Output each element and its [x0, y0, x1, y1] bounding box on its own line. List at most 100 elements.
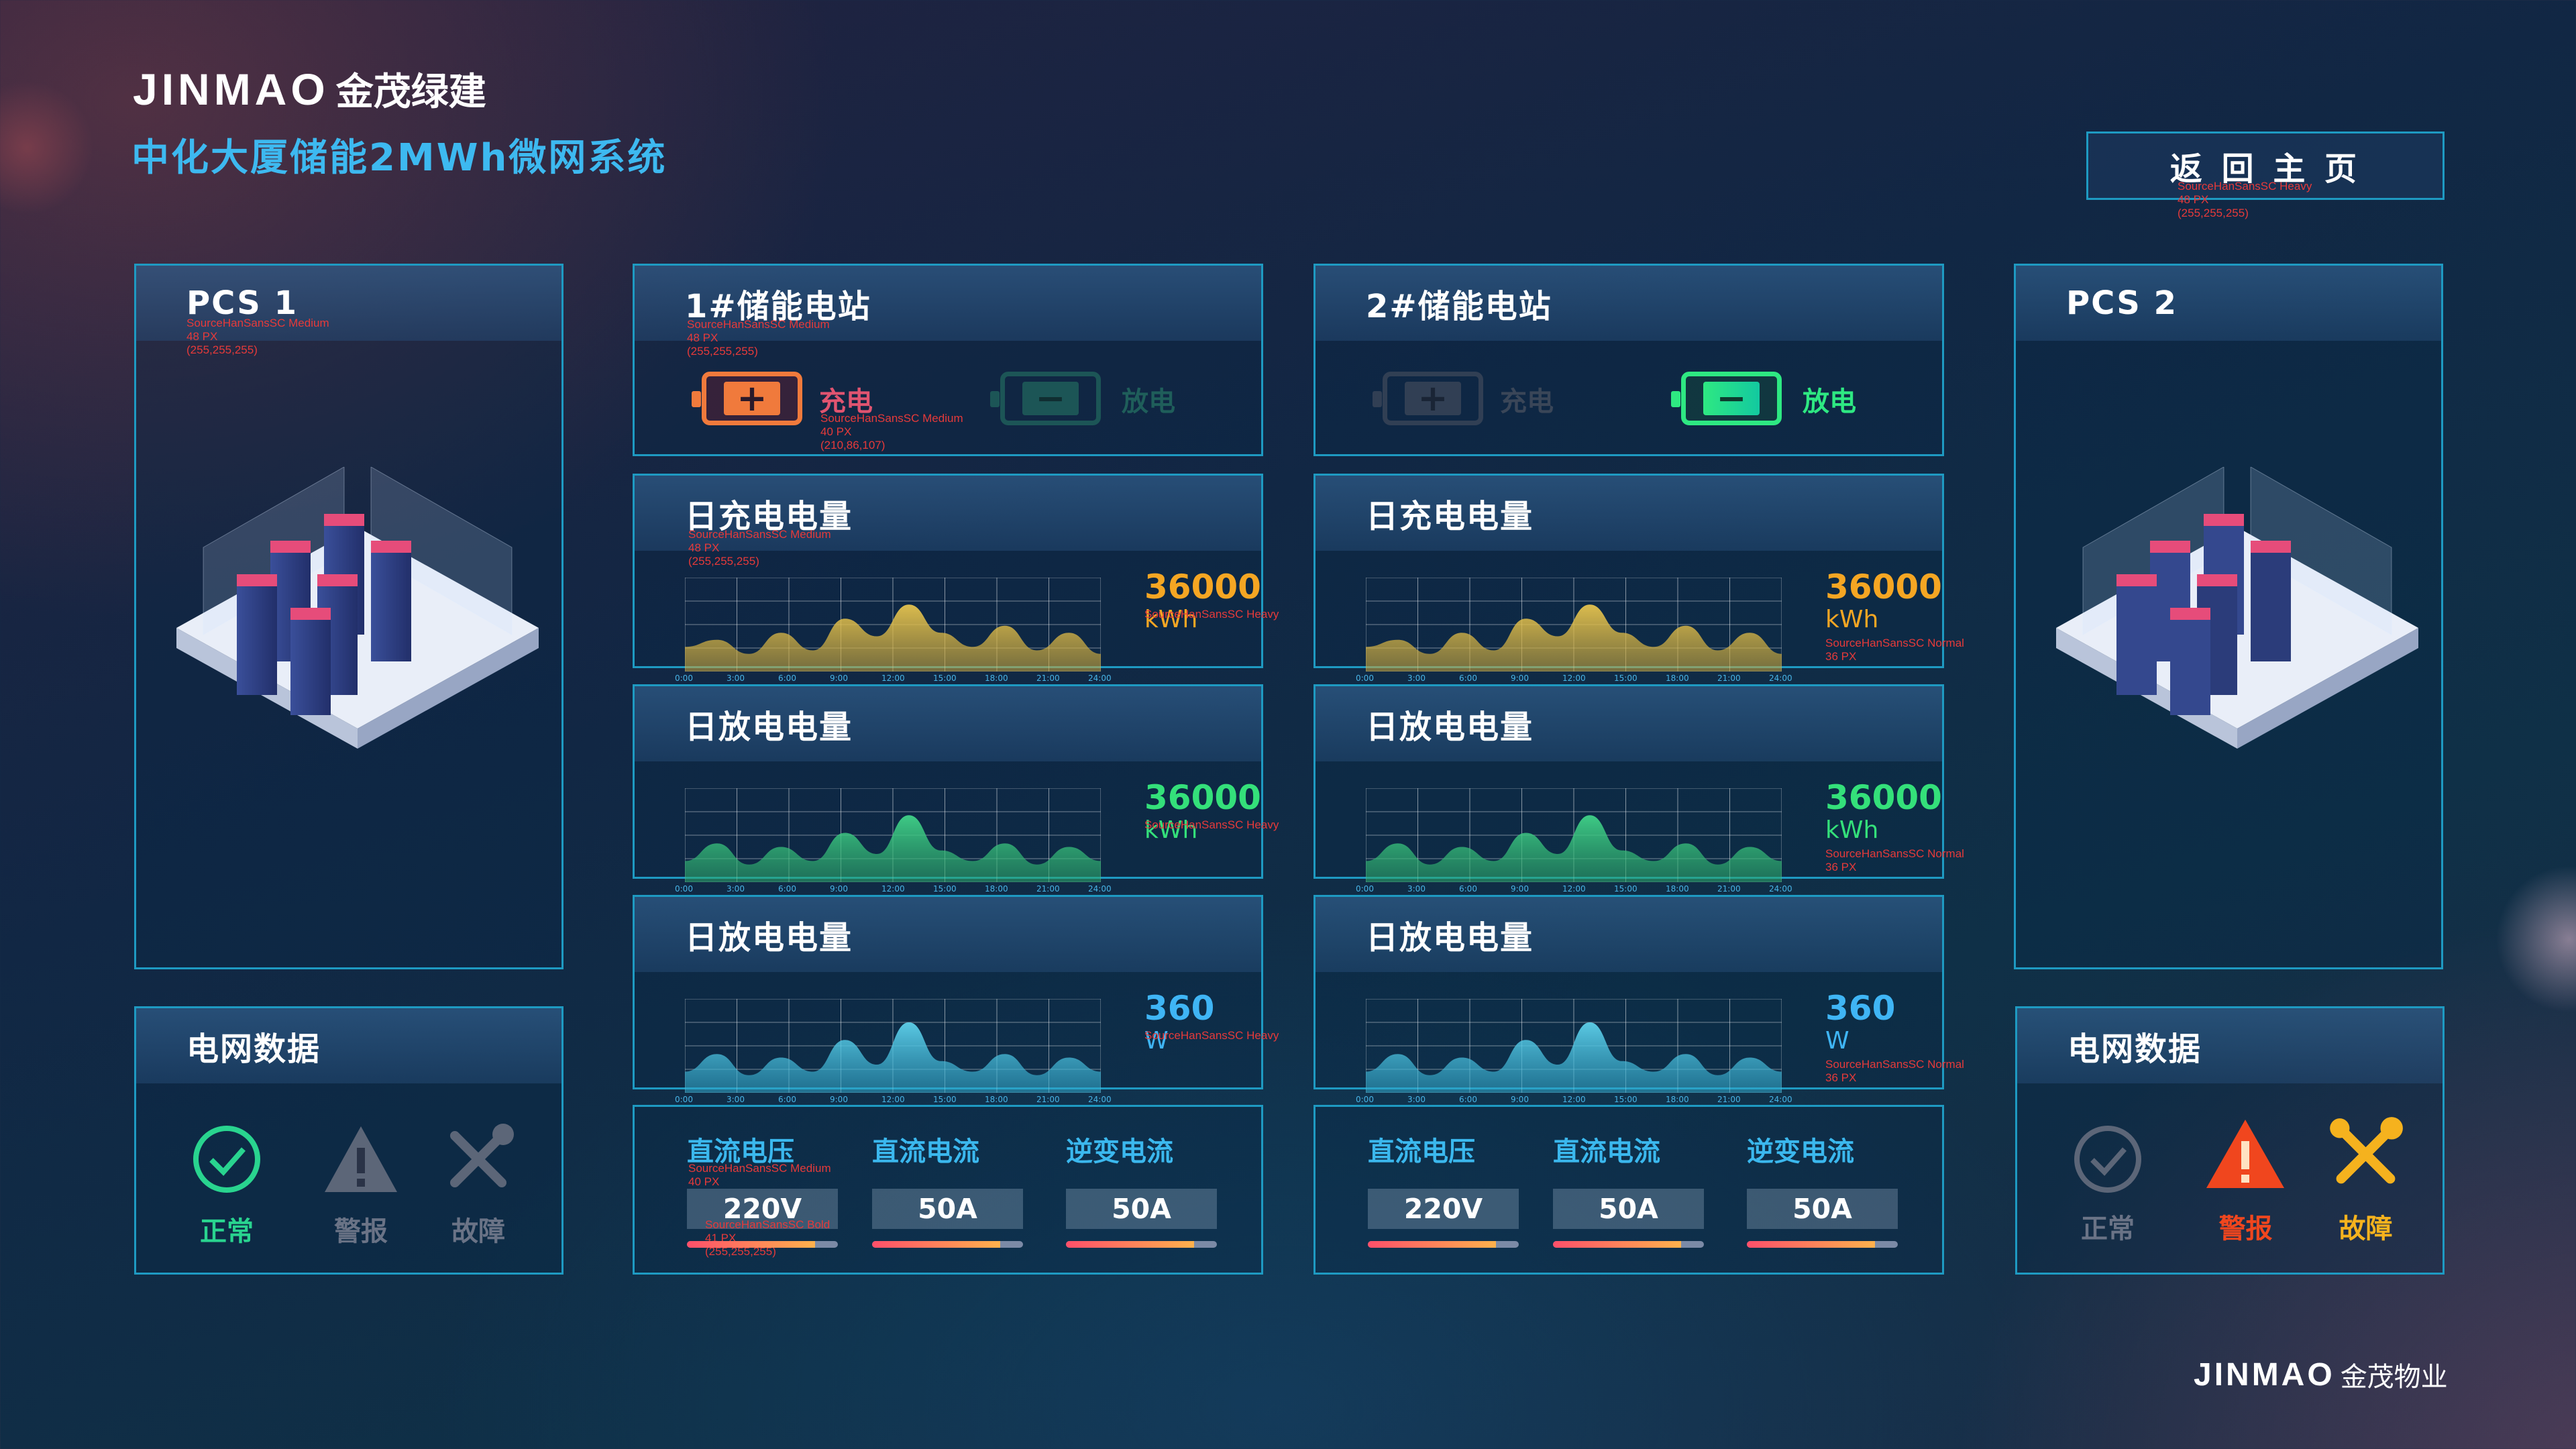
time-tick-label: 21:00	[1717, 674, 1741, 683]
time-tick-label: 12:00	[1562, 884, 1586, 894]
status-warning-label: 警报	[334, 1216, 388, 1247]
annotation: SourceHanSansSC Medium 48 PX (255,255,25…	[688, 528, 831, 568]
inverter-current-label: 逆变电流	[1066, 1136, 1173, 1167]
time-tick-label: 24:00	[1769, 674, 1792, 683]
check-circle-icon[interactable]	[190, 1122, 264, 1196]
time-tick-label: 24:00	[1088, 674, 1112, 683]
s2-chart3-header: 日放电电量	[1316, 897, 1942, 972]
time-tick-label: 9:00	[1511, 1095, 1529, 1104]
s1-chart1-value: 36000	[1144, 568, 1261, 606]
s2-chart1-header: 日充电电量	[1316, 476, 1942, 551]
time-tick-label: 15:00	[933, 884, 957, 894]
dc-current-bar	[872, 1241, 1023, 1248]
s1-chart1-panel: 日充电电量 SourceHanSansSC Medium 48 PX (255,…	[633, 474, 1279, 683]
dc-current-label: 直流电流	[1553, 1136, 1660, 1167]
grid-data-left-header: 电网数据	[136, 1008, 561, 1083]
battery-plus-icon[interactable]: +	[692, 372, 802, 425]
s2-chart2-value: 36000	[1825, 778, 1942, 817]
inverter-current-value: 50A	[1747, 1189, 1898, 1229]
annotation: SourceHanSansSC Medium 40 PX (210,86,107…	[820, 412, 963, 451]
inverter-current-bar	[1747, 1241, 1898, 1248]
pcs2-title: PCS 2	[2066, 284, 2178, 322]
s2-chart1-title: 日充电电量	[1366, 498, 1534, 535]
check-circle-icon[interactable]	[2071, 1122, 2145, 1196]
brand-logo-cn: 金茂绿建	[335, 70, 486, 114]
s1-electrical-panel: 直流电压 SourceHanSansSC Medium 40 PX 直流电流 逆…	[633, 1105, 1263, 1275]
time-tick-label: 12:00	[881, 1095, 905, 1104]
time-tick-label: 18:00	[1666, 1095, 1689, 1104]
time-tick-label: 0:00	[1356, 884, 1374, 894]
station2-header: 2#储能电站	[1316, 266, 1942, 341]
warning-triangle-icon[interactable]	[321, 1122, 401, 1196]
time-tick-label: 24:00	[1769, 1095, 1792, 1104]
time-tick-label: 21:00	[1717, 884, 1741, 894]
battery-minus-icon[interactable]: −	[1671, 372, 1782, 425]
warning-triangle-icon[interactable]	[2204, 1116, 2288, 1193]
discharge-label: 放电	[1122, 386, 1175, 417]
time-tick-label: 18:00	[1666, 884, 1689, 894]
page-title: 中化大厦储能2MWh微网系统	[131, 136, 667, 180]
charge-label: 充电	[1500, 386, 1554, 417]
battery-minus-icon[interactable]: −	[990, 372, 1101, 425]
dc-current-value: 50A	[1553, 1189, 1704, 1229]
status-warning-label: 警报	[2218, 1214, 2273, 1244]
time-tick-label: 12:00	[1562, 1095, 1586, 1104]
s2-chart1-unit: kWh	[1825, 606, 1879, 633]
s2-chart3-value: 360	[1825, 989, 1896, 1028]
time-tick-label: 12:00	[881, 674, 905, 683]
brand-logo: JINMAO 金茂绿建	[133, 62, 486, 116]
tools-icon[interactable]	[2327, 1116, 2404, 1193]
time-tick-label: 9:00	[1511, 884, 1529, 894]
inverter-current-value: 50A	[1066, 1189, 1217, 1229]
status-fault-label: 故障	[2339, 1214, 2393, 1244]
annotation: SourceHanSansSC Normal 36 PX	[1825, 847, 1964, 873]
battery-plus-icon[interactable]: +	[1373, 372, 1483, 425]
s1-chart3-area	[685, 999, 1101, 1093]
status-fault-label: 故障	[451, 1216, 505, 1247]
time-tick-label: 9:00	[830, 1095, 848, 1104]
s2-chart2-area	[1366, 788, 1782, 882]
decorative-orb	[2496, 865, 2576, 1013]
dc-current-value: 50A	[872, 1189, 1023, 1229]
status-normal-label: 正常	[200, 1216, 254, 1247]
s2-electrical-panel: 直流电压 直流电流 逆变电流 220V 50A 50A	[1313, 1105, 1944, 1275]
time-tick-label: 9:00	[830, 884, 848, 894]
time-tick-label: 9:00	[830, 674, 848, 683]
decorative-orb	[0, 80, 94, 215]
time-tick-label: 21:00	[1036, 674, 1060, 683]
time-tick-label: 3:00	[1407, 1095, 1426, 1104]
time-tick-label: 18:00	[985, 884, 1008, 894]
annotation: SourceHanSansSC Normal 36 PX	[1825, 1058, 1964, 1084]
discharge-label: 放电	[1803, 386, 1856, 417]
s2-chart1-area	[1366, 578, 1782, 672]
time-tick-label: 15:00	[1614, 1095, 1638, 1104]
s1-chart2-area	[685, 788, 1101, 882]
s1-chart2-value: 36000	[1144, 778, 1261, 817]
s1-chart3-panel: 日放电电量 0:00 3:00 6:00 9:00 12:00 15:00 18:00 21:…	[633, 895, 1279, 1104]
s2-chart3-unit: W	[1825, 1027, 1849, 1055]
tools-icon[interactable]	[441, 1122, 515, 1196]
time-tick-label: 0:00	[1356, 1095, 1374, 1104]
time-tick-label: 3:00	[727, 1095, 745, 1104]
s1-chart2-header: 日放电电量	[635, 686, 1261, 761]
dc-voltage-bar	[1368, 1241, 1519, 1248]
footer-logo: JINMAO 金茂物业	[2194, 1355, 2448, 1394]
time-tick-label: 0:00	[675, 1095, 693, 1104]
annotation: SourceHanSansSC Medium 48 PX (255,255,25…	[186, 317, 329, 356]
annotation: SourceHanSansSC Heavy	[1144, 1029, 1279, 1042]
footer-logo-text: JINMAO	[2194, 1356, 2335, 1393]
inverter-current-label: 逆变电流	[1747, 1136, 1854, 1167]
pcs1-panel: PCS 1 SourceHanSansSC Medium 48 PX (255,…	[134, 264, 564, 969]
annotation: SourceHanSansSC Heavy 48 PX (255,255,255…	[2178, 180, 2312, 219]
pcs2-panel: PCS 2	[2014, 264, 2443, 969]
time-tick-label: 24:00	[1088, 884, 1112, 894]
s1-chart3-header: 日放电电量	[635, 897, 1261, 972]
server-rack-icon	[2056, 467, 2418, 749]
time-tick-label: 0:00	[675, 884, 693, 894]
annotation: SourceHanSansSC Heavy	[1144, 608, 1279, 621]
time-tick-label: 24:00	[1088, 1095, 1112, 1104]
time-tick-label: 6:00	[1459, 884, 1477, 894]
time-tick-label: 3:00	[727, 884, 745, 894]
time-tick-label: 15:00	[1614, 674, 1638, 683]
time-tick-label: 24:00	[1769, 884, 1792, 894]
